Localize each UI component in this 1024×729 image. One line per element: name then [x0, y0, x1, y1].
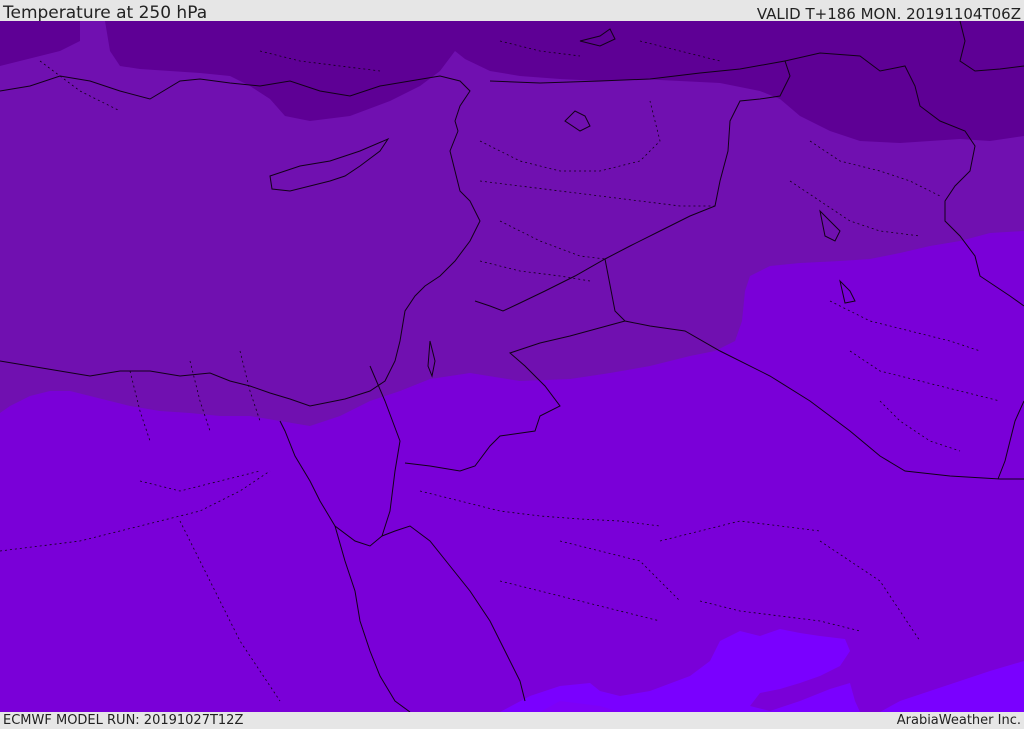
- model-run-label: ECMWF MODEL RUN: 20191027T12Z: [3, 713, 244, 728]
- credit-label: ArabiaWeather Inc.: [896, 713, 1021, 728]
- map-title: Temperature at 250 hPa: [3, 3, 208, 23]
- temperature-map[interactable]: [0, 21, 1024, 712]
- map-canvas[interactable]: [0, 21, 1024, 712]
- footer-bar: ECMWF MODEL RUN: 20191027T12Z ArabiaWeat…: [0, 712, 1024, 729]
- weather-map-page: Temperature at 250 hPa VALID T+186 MON. …: [0, 0, 1024, 729]
- header-bar: Temperature at 250 hPa VALID T+186 MON. …: [0, 0, 1024, 23]
